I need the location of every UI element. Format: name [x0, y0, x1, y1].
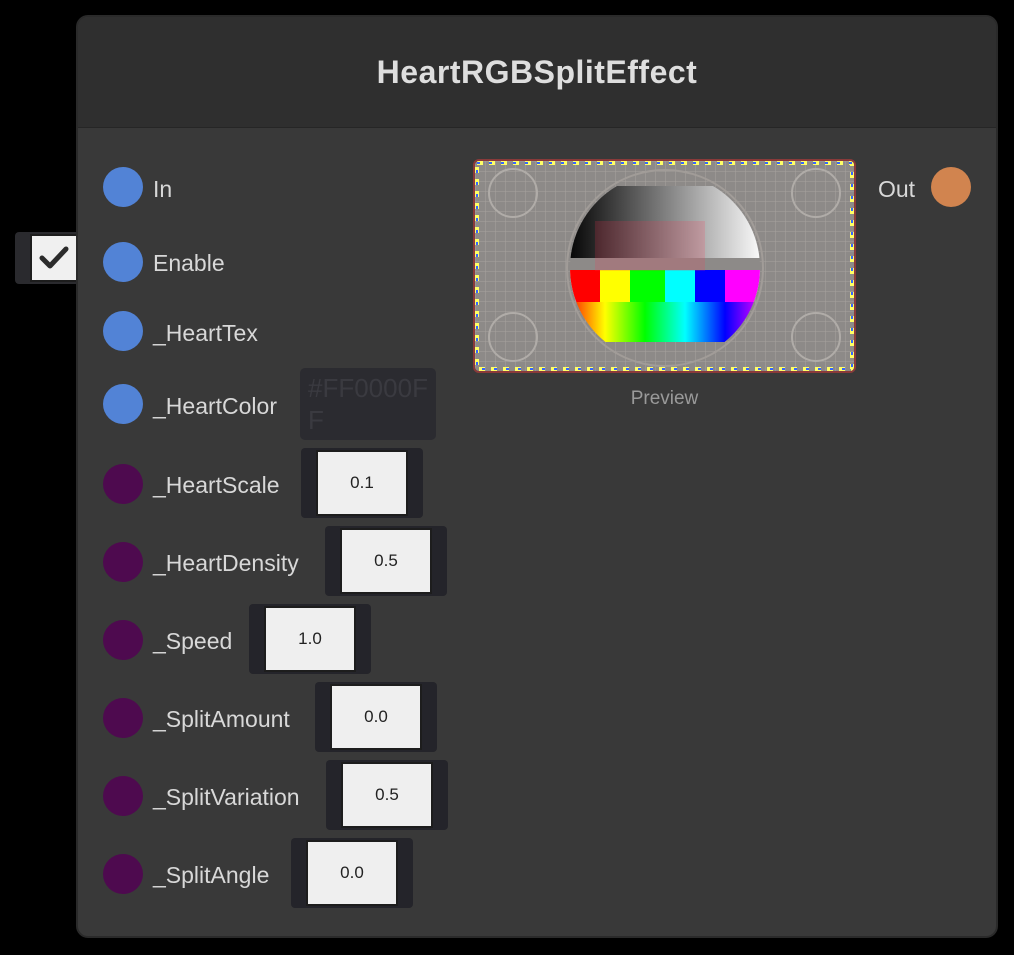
- node-header[interactable]: HeartRGBSplitEffect: [78, 17, 996, 128]
- label-splitamount: _SplitAmount: [153, 706, 290, 732]
- label-out: Out: [878, 176, 916, 202]
- heartcolor-field[interactable]: #FF0000FF: [300, 368, 436, 440]
- preview-image: [473, 159, 856, 373]
- enable-checkbox[interactable]: [30, 234, 78, 282]
- test-pattern-image: [475, 161, 854, 371]
- port-splitvariation[interactable]: [103, 776, 143, 816]
- port-heartscale[interactable]: [103, 464, 143, 504]
- port-splitangle[interactable]: [103, 854, 143, 894]
- heartscale-input[interactable]: 0.1: [316, 450, 408, 516]
- port-speed[interactable]: [103, 620, 143, 660]
- port-heartdensity[interactable]: [103, 542, 143, 582]
- port-out[interactable]: [931, 167, 971, 207]
- splitamount-input[interactable]: 0.0: [330, 684, 422, 750]
- label-in: In: [153, 176, 173, 202]
- check-icon: [39, 246, 69, 269]
- port-enable[interactable]: [103, 242, 143, 282]
- label-speed: _Speed: [153, 628, 233, 654]
- label-splitvariation: _SplitVariation: [153, 784, 300, 810]
- port-heartcolor[interactable]: [103, 384, 143, 424]
- splitvariation-input[interactable]: 0.5: [341, 762, 433, 828]
- label-heartscale: _HeartScale: [153, 472, 280, 498]
- port-in[interactable]: [103, 167, 143, 207]
- label-splitangle: _SplitAngle: [153, 862, 270, 888]
- port-hearttex[interactable]: [103, 311, 143, 351]
- label-enable: Enable: [153, 250, 225, 276]
- splitangle-input[interactable]: 0.0: [306, 840, 398, 906]
- speed-input[interactable]: 1.0: [264, 606, 356, 672]
- label-hearttex: _HeartTex: [153, 320, 258, 346]
- label-heartcolor: _HeartColor: [153, 393, 277, 419]
- node-title: HeartRGBSplitEffect: [376, 53, 698, 90]
- heartdensity-input[interactable]: 0.5: [340, 528, 432, 594]
- label-heartdensity: _HeartDensity: [153, 550, 299, 576]
- preview-caption: Preview: [630, 388, 699, 409]
- port-splitamount[interactable]: [103, 698, 143, 738]
